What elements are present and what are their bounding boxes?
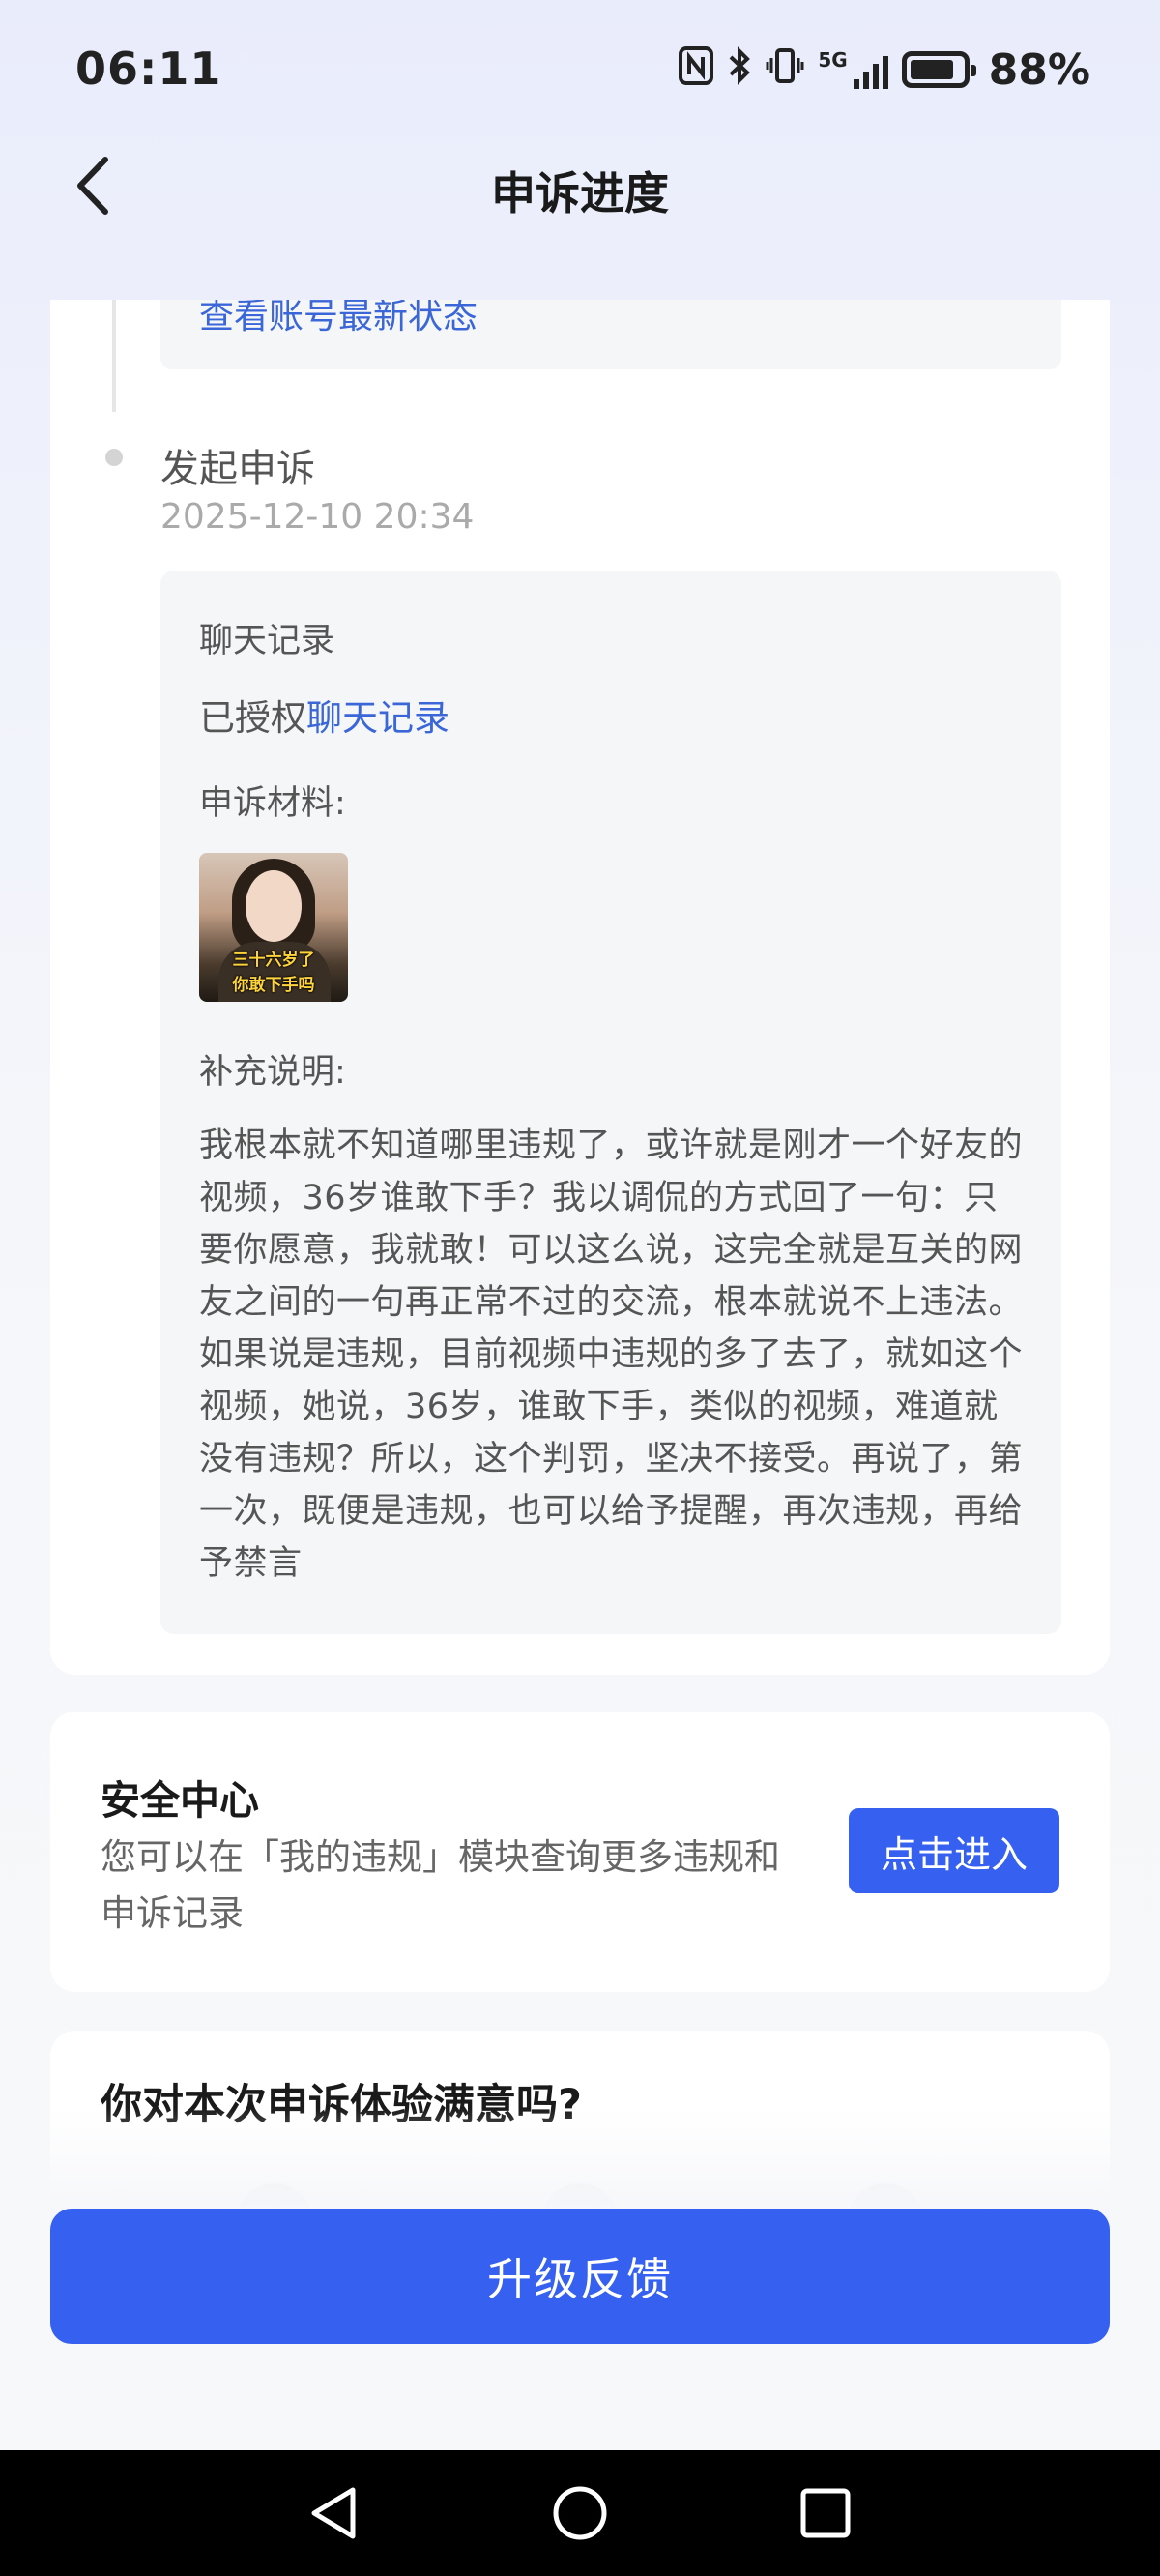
supplement-text: 我根本就不知道哪里违规了，或许就是刚才一个好友的视频，36岁谁敢下手？我以调侃的… (199, 1127, 1024, 1583)
authorized-prefix: 已授权 (199, 697, 306, 739)
timeline-dot (105, 449, 123, 466)
nav-recents-button[interactable] (787, 2477, 864, 2549)
materials-label: 申诉材料: (199, 784, 346, 823)
status-icons: 5G 88% (679, 43, 1090, 97)
signal-icon: 5G (818, 48, 888, 89)
system-nav-bar (0, 2450, 1160, 2576)
view-account-status-link[interactable]: 查看账号最新状态 (199, 300, 478, 338)
vibrate-icon (766, 46, 804, 94)
chat-record-label: 聊天记录 (199, 622, 335, 660)
battery-icon (901, 51, 976, 88)
survey-fade (50, 2108, 1110, 2224)
event-time: 2025-12-10 20:34 (160, 497, 475, 537)
safety-center-title: 安全中心 (101, 1777, 259, 1824)
appeal-timeline-card: 查看账号最新状态 发起申诉 2025-12-10 20:34 聊天记录 已授权聊… (50, 300, 1110, 1675)
authorized-chat-line: 已授权聊天记录 (199, 688, 450, 741)
network-type: 5G (818, 48, 848, 72)
upgrade-feedback-button[interactable]: 升级反馈 (50, 2209, 1110, 2344)
thumbnail-caption-1: 三十六岁了 (232, 951, 315, 970)
nav-recents-icon (800, 2488, 851, 2538)
safety-center-description: 您可以在「我的违规」模块查询更多违规和申诉记录 (101, 1836, 780, 1934)
nav-back-icon (311, 2487, 356, 2539)
event-title: 发起申诉 (160, 447, 315, 491)
enter-safety-center-button[interactable]: 点击进入 (849, 1808, 1059, 1893)
status-bar: 06:11 5G 88% (0, 0, 1160, 145)
previous-event-box: 查看账号最新状态 (160, 300, 1061, 369)
timeline-line (112, 300, 116, 412)
thumbnail-caption-2: 你敢下手吗 (232, 976, 315, 995)
nfc-icon (679, 45, 714, 94)
bluetooth-icon (727, 45, 752, 94)
chat-record-link[interactable]: 聊天记录 (306, 697, 450, 739)
header: 申诉进度 (0, 145, 1160, 300)
nav-home-icon (553, 2486, 607, 2540)
nav-back-button[interactable] (295, 2477, 372, 2549)
nav-home-button[interactable] (541, 2477, 619, 2549)
status-time: 06:11 (75, 43, 222, 95)
satisfaction-survey-card: 你对本次申诉体验满意吗? (50, 2031, 1110, 2224)
appeal-detail-box: 聊天记录 已授权聊天记录 申诉材料: 三十六岁了 你敢下手吗 补充说明: 我根本… (160, 571, 1061, 1634)
safety-center-card: 安全中心 您可以在「我的违规」模块查询更多违规和申诉记录 点击进入 (50, 1712, 1110, 1992)
battery-percent: 88% (988, 44, 1090, 95)
appeal-material-thumbnail[interactable]: 三十六岁了 你敢下手吗 (199, 853, 348, 1002)
page-title: 申诉进度 (491, 167, 669, 220)
supplement-label: 补充说明: (199, 1053, 346, 1092)
